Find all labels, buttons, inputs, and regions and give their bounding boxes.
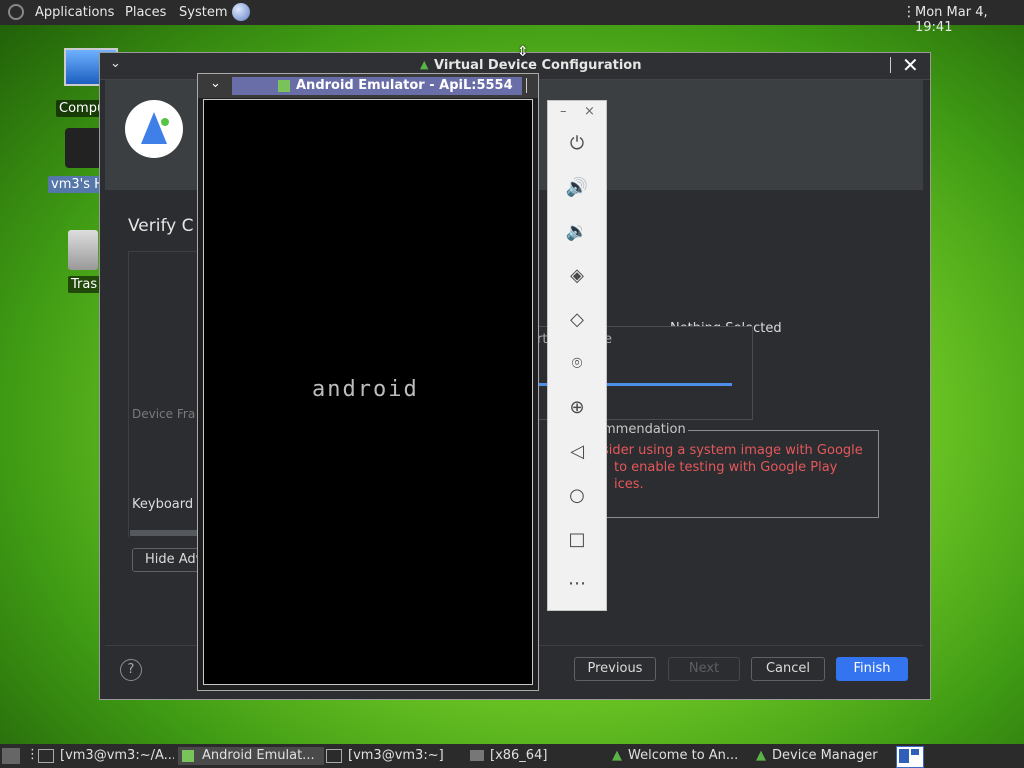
window-menu-chevron-icon[interactable]: ⌄ bbox=[210, 76, 221, 91]
back-icon[interactable]: ◁ bbox=[564, 439, 590, 465]
android-studio-small-icon: ▲ bbox=[420, 58, 429, 71]
task-device-manager[interactable]: ▲ Device Manager bbox=[756, 747, 892, 765]
emulator-title: Android Emulator - ApiL:5554 bbox=[296, 78, 513, 93]
android-studio-logo-icon bbox=[125, 100, 183, 158]
recommendation-line-2: to enable testing with Google Play bbox=[614, 460, 838, 475]
android-emulator-icon bbox=[278, 80, 290, 92]
close-icon[interactable]: ✕ bbox=[902, 53, 919, 77]
menu-applications[interactable]: Applications bbox=[35, 5, 114, 20]
task-file-manager[interactable]: [x86_64] bbox=[470, 747, 606, 765]
settings-panel bbox=[128, 251, 199, 537]
next-button[interactable]: Next bbox=[668, 657, 740, 681]
device-frame-label: Device Fra bbox=[132, 407, 196, 421]
recommendation-title: mmendation bbox=[601, 422, 688, 437]
distro-logo-icon[interactable] bbox=[8, 4, 24, 20]
help-button[interactable]: ? bbox=[120, 659, 142, 681]
top-panel: Applications Places System ⋮ Mon Mar 4, … bbox=[0, 0, 1024, 35]
emulator-side-toolbar: – × ⏻ 🔊 🔉 ◈ ◇ ⌾ ⊕ ◁ ○ □ ⋯ bbox=[547, 100, 607, 611]
android-boot-logo: android bbox=[312, 377, 419, 402]
terminal-icon bbox=[326, 748, 342, 763]
workspace-switcher[interactable] bbox=[896, 746, 924, 768]
volume-down-icon[interactable]: 🔉 bbox=[564, 219, 590, 245]
previous-button[interactable]: Previous bbox=[574, 657, 656, 681]
minimize-button[interactable]: – bbox=[560, 104, 567, 119]
vdc-title: Virtual Device Configuration bbox=[434, 58, 642, 73]
task-welcome-android-studio[interactable]: ▲ Welcome to An... bbox=[612, 747, 752, 765]
clock[interactable]: Mon Mar 4, 19:41 bbox=[915, 5, 1024, 35]
android-emulator-icon bbox=[182, 749, 194, 762]
android-studio-small-icon: ▲ bbox=[756, 748, 766, 763]
verify-heading: Verify C bbox=[128, 216, 194, 236]
zoom-icon[interactable]: ⊕ bbox=[564, 395, 590, 421]
finish-button[interactable]: Finish bbox=[836, 657, 908, 681]
window-menu-chevron-icon[interactable]: ⌄ bbox=[110, 56, 121, 71]
taskbar: ⋮ [vm3@vm3:~/A... Android Emulat... [vm3… bbox=[0, 744, 1024, 768]
recommendation-line-1: sider using a system image with Google bbox=[602, 443, 863, 458]
horizontal-scrollbar[interactable] bbox=[130, 530, 198, 536]
cancel-button[interactable]: Cancel bbox=[751, 657, 825, 681]
trash-icon bbox=[68, 230, 98, 270]
volume-up-icon[interactable]: 🔊 bbox=[564, 175, 590, 201]
show-desktop-icon[interactable] bbox=[2, 748, 20, 764]
menu-places[interactable]: Places bbox=[125, 5, 166, 20]
desktop-icon-trash[interactable]: Tras bbox=[68, 230, 101, 293]
camera-icon[interactable]: ⌾ bbox=[564, 351, 590, 377]
recommendation-line-3: ices. bbox=[614, 477, 644, 492]
home-folder-icon bbox=[65, 128, 103, 168]
close-button[interactable]: × bbox=[584, 104, 595, 119]
task-terminal-android[interactable]: [vm3@vm3:~/A... bbox=[38, 747, 174, 765]
emulator-title-highlight: Android Emulator - ApiL:5554 bbox=[232, 77, 522, 95]
kebab-menu-icon[interactable]: ⋮ bbox=[902, 4, 916, 20]
android-emulator-window: ⌄ Android Emulator - ApiL:5554 android bbox=[197, 73, 539, 691]
task-android-emulator[interactable]: Android Emulat... bbox=[178, 747, 324, 765]
menu-system[interactable]: System bbox=[179, 5, 227, 20]
overview-icon[interactable]: □ bbox=[564, 527, 590, 553]
emulator-titlebar[interactable]: ⌄ Android Emulator - ApiL:5554 bbox=[198, 74, 538, 98]
more-icon[interactable]: ⋯ bbox=[564, 571, 590, 597]
android-studio-small-icon: ▲ bbox=[612, 748, 622, 763]
resize-cursor-icon: ⇕ bbox=[517, 44, 529, 60]
rotate-right-icon[interactable]: ◇ bbox=[564, 307, 590, 333]
folder-icon bbox=[470, 750, 484, 761]
keyboard-label: Keyboard bbox=[132, 497, 194, 512]
title-separator bbox=[526, 78, 527, 93]
task-terminal-home[interactable]: [vm3@vm3:~] bbox=[326, 747, 466, 765]
title-separator bbox=[890, 57, 891, 73]
web-browser-icon[interactable] bbox=[232, 3, 250, 21]
emulator-screen[interactable]: android bbox=[203, 99, 533, 685]
home-icon[interactable]: ○ bbox=[564, 483, 590, 509]
power-icon[interactable]: ⏻ bbox=[564, 131, 590, 157]
terminal-icon bbox=[38, 748, 54, 763]
recommendation-box: mmendation sider using a system image wi… bbox=[595, 422, 879, 518]
rotate-left-icon[interactable]: ◈ bbox=[564, 263, 590, 289]
